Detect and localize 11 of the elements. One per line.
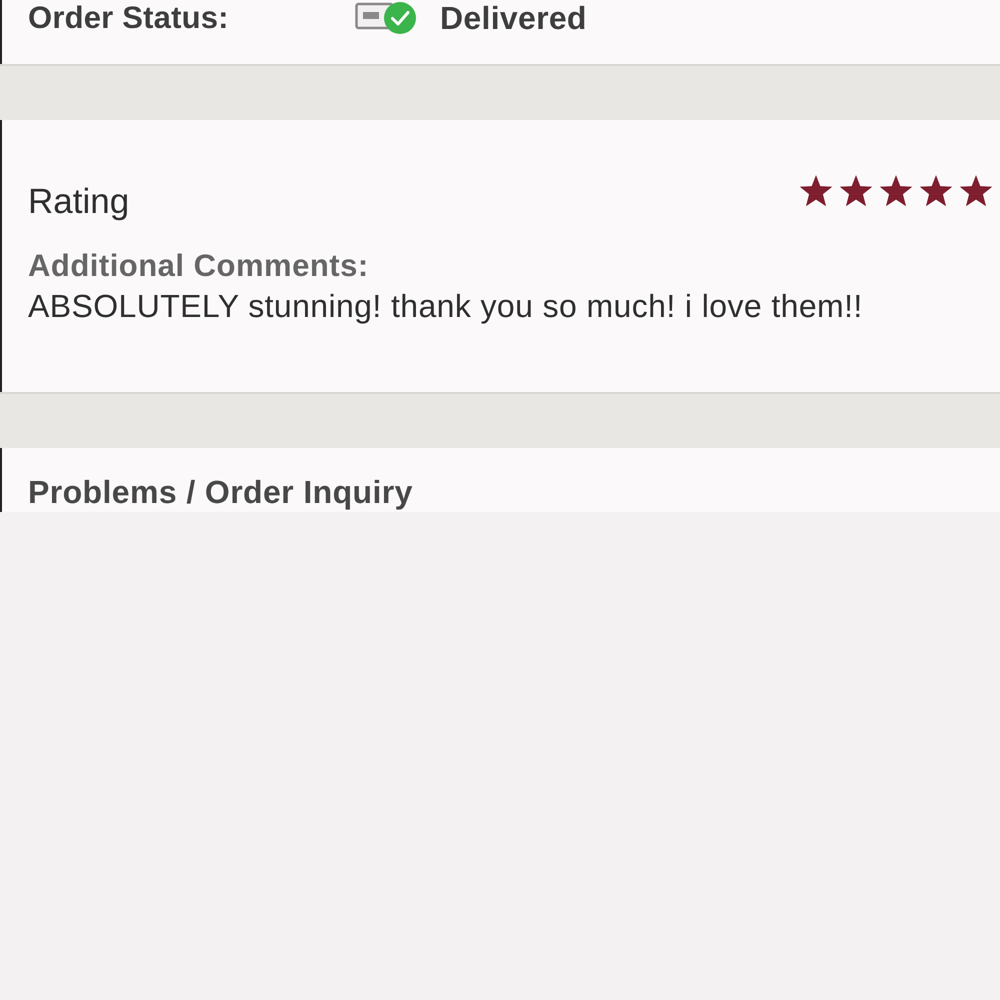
order-status-value: Delivered [440, 0, 587, 36]
star-icon [798, 174, 834, 208]
order-status-label: Order Status: [28, 0, 230, 36]
comments-label: Additional Comments: [28, 248, 370, 284]
star-icon [958, 174, 994, 208]
rating-title: Rating [28, 182, 130, 222]
star-icon [878, 174, 914, 208]
comment-text: ABSOLUTELY stunning! thank you so much! i love them!! [28, 288, 864, 325]
problems-title: Problems / Order Inquiry [28, 474, 414, 511]
star-icon [918, 174, 954, 208]
star-icon [838, 174, 874, 208]
